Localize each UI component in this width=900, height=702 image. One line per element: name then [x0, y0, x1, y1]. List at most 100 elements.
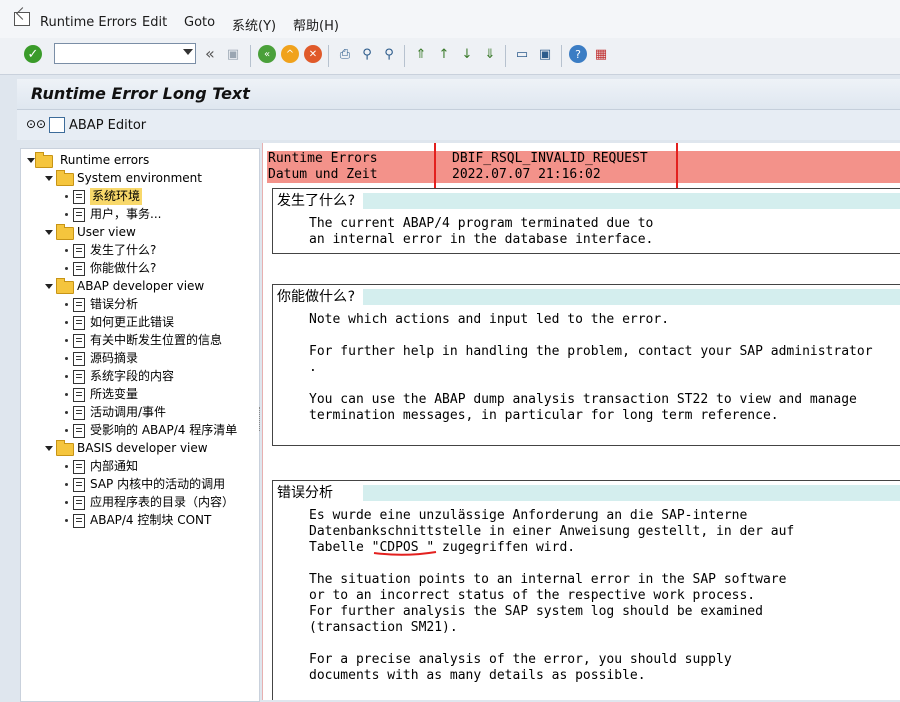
toolbar-separator: [505, 45, 506, 67]
tree-root-label: Runtime errors: [60, 153, 150, 167]
tree-item-label: ABAP/4 控制块 CONT: [90, 513, 212, 527]
toolbar-separator: [404, 45, 405, 67]
toolbar-separator: [328, 45, 329, 67]
last-page-icon[interactable]: ⇓: [481, 45, 499, 63]
customize-layout-icon[interactable]: ▦: [592, 45, 610, 63]
exit-icon[interactable]: ^: [281, 45, 299, 63]
toolbar-separator: [250, 45, 251, 67]
tree-item-label: 有关中断发生位置的信息: [90, 333, 223, 347]
page-title: Runtime Error Long Text: [31, 84, 250, 103]
find-next-icon[interactable]: ⚲: [380, 45, 398, 63]
tree-item-label: 错误分析: [90, 297, 139, 311]
folder-icon: [56, 278, 74, 294]
expand-icon[interactable]: [45, 284, 53, 289]
text-line: Tabelle "CDPOS " zugegriffen wird.: [309, 540, 576, 555]
expand-icon[interactable]: [45, 230, 53, 235]
text-line: Es wurde eine unzulässige Anforderung an…: [309, 508, 748, 523]
folder-icon: [56, 224, 74, 240]
expand-icon[interactable]: [45, 176, 53, 181]
create-session-icon[interactable]: ▭: [513, 45, 531, 63]
text-line: You can use the ABAP dump analysis trans…: [309, 392, 857, 407]
document-icon: [73, 514, 85, 528]
tree-item-label: 源码摘录: [90, 351, 139, 365]
menu-system[interactable]: 系统(Y): [232, 15, 276, 34]
help-icon[interactable]: ?: [569, 45, 587, 63]
save-icon[interactable]: ▣: [224, 45, 242, 63]
text-line: For further help in handling the problem…: [309, 344, 873, 359]
menu-help[interactable]: 帮助(H): [293, 15, 339, 34]
expand-icon[interactable]: [27, 158, 35, 163]
text-line: or to an incorrect status of the respect…: [309, 588, 756, 603]
document-icon: [73, 190, 85, 204]
collapse-command-icon[interactable]: «: [205, 44, 215, 63]
app-menu-icon[interactable]: [14, 12, 30, 26]
standard-toolbar: ✓ « ▣ « ^ ✕ ⎙ ⚲ ⚲ ⇑ ↑ ↓ ⇓ ▭ ▣ ? ▦: [0, 38, 900, 75]
header-key: Runtime Errors: [268, 151, 378, 166]
find-icon[interactable]: ⚲: [358, 45, 376, 63]
back-icon[interactable]: «: [258, 45, 276, 63]
folder-icon: [35, 152, 53, 168]
header-key: Datum und Zeit: [268, 167, 378, 182]
document-icon: [73, 316, 85, 330]
document-icon: [73, 370, 85, 384]
section-title: 发生了什么?: [273, 193, 900, 209]
document-icon: [73, 406, 85, 420]
cancel-icon[interactable]: ✕: [304, 45, 322, 63]
chevron-down-icon[interactable]: [183, 49, 193, 55]
section-title: 你能做什么?: [273, 289, 900, 305]
tree-item-label: 所选变量: [90, 387, 139, 401]
document-icon: [73, 334, 85, 348]
document-icon: [73, 496, 85, 510]
section-what-can-you-do: 你能做什么? Note which actions and input led …: [272, 284, 900, 446]
shortcut-icon[interactable]: ▣: [536, 45, 554, 63]
first-page-icon[interactable]: ⇑: [412, 45, 430, 63]
tree-item-label: 受影响的 ABAP/4 程序清单: [90, 423, 238, 437]
prev-page-icon[interactable]: ↑: [435, 45, 453, 63]
tree-folder-label: System environment: [77, 171, 202, 185]
text-line: documents with as many details as possib…: [309, 668, 646, 683]
section-what-happened: 发生了什么? The current ABAP/4 program termin…: [272, 188, 900, 254]
abap-editor-button[interactable]: ABAP Editor: [69, 118, 146, 133]
tree-item-label: SAP 内核中的活动的调用: [90, 477, 226, 491]
text-line: termination messages, in particular for …: [309, 408, 779, 423]
text-line: Note which actions and input led to the …: [309, 312, 670, 327]
expand-icon[interactable]: [45, 446, 53, 451]
cdpos-underline: [373, 551, 437, 556]
print-icon[interactable]: ⎙: [336, 45, 354, 63]
section-title: 错误分析: [273, 485, 900, 501]
command-field[interactable]: [54, 43, 196, 64]
text-line: For further analysis the SAP system log …: [309, 604, 763, 619]
text-line: Datenbankschnittstelle in einer Anweisun…: [309, 524, 795, 539]
text-line: (transaction SM21).: [309, 620, 458, 635]
tree-item-label: 系统字段的内容: [90, 369, 175, 383]
menu-bar: Runtime Errors Edit Goto 系统(Y) 帮助(H): [0, 0, 900, 39]
text-line: The current ABAP/4 program terminated du…: [309, 216, 654, 231]
tree-item-label: 系统环境: [90, 188, 143, 205]
next-page-icon[interactable]: ↓: [458, 45, 476, 63]
menu-edit[interactable]: Edit: [142, 15, 167, 30]
document-icon: [73, 208, 85, 222]
screen-title-bar: Runtime Error Long Text: [17, 79, 900, 110]
menu-goto[interactable]: Goto: [184, 15, 215, 30]
abap-editor-icon[interactable]: [49, 117, 65, 133]
document-icon: [73, 460, 85, 474]
document-icon: [73, 244, 85, 258]
menu-runtime-errors[interactable]: Runtime Errors: [40, 15, 137, 30]
tree-folder-label: BASIS developer view: [77, 441, 208, 455]
long-text-content: Runtime Errors DBIF_RSQL_INVALID_REQUEST…: [262, 143, 900, 700]
tree-folder-label: ABAP developer view: [77, 279, 205, 293]
tree-item-label: 用户，事务...: [90, 207, 162, 221]
document-icon: [73, 478, 85, 492]
enter-icon[interactable]: ✓: [24, 45, 42, 63]
document-icon: [73, 388, 85, 402]
glasses-icon[interactable]: ⊙⊙: [26, 117, 46, 131]
folder-icon: [56, 170, 74, 186]
tree-item-label: 如何更正此错误: [90, 315, 175, 329]
navigation-tree: Runtime errors System environment 系统环境 用…: [20, 148, 260, 702]
application-toolbar: ⊙⊙ ABAP Editor: [17, 110, 900, 140]
tree-item-label: 活动调用/事件: [90, 405, 167, 419]
document-icon: [73, 352, 85, 366]
text-line: .: [309, 360, 317, 375]
folder-icon: [56, 440, 74, 456]
tree-item-label: 应用程序表的目录（内容）: [90, 495, 235, 509]
